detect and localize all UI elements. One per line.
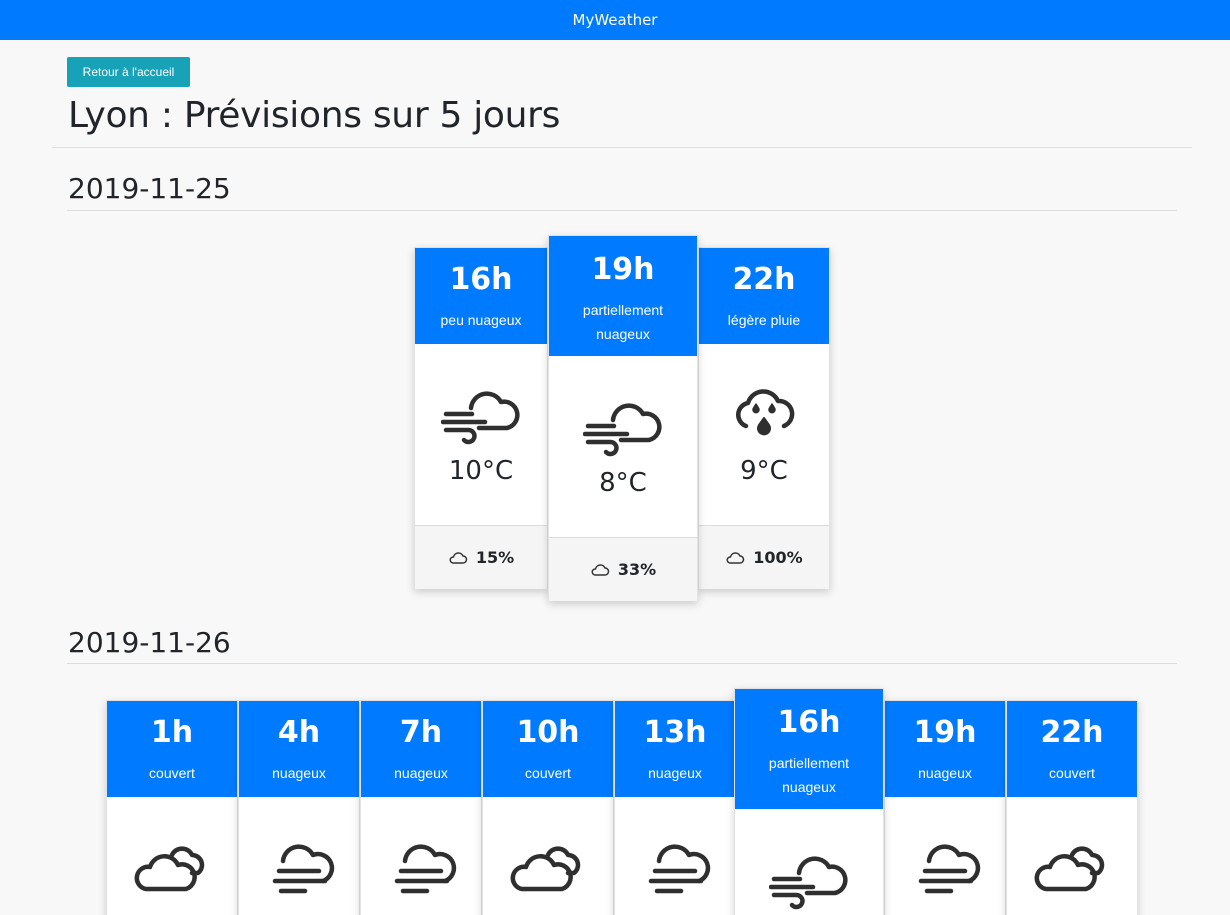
forecast-card-header: 22h couvert — [1007, 701, 1137, 797]
cloud-coverage: 33% — [617, 560, 657, 579]
forecast-card-header: 22h légère pluie — [699, 248, 829, 344]
cloud-icon — [449, 551, 468, 564]
forecast-card-header: 16h partiellement nuageux — [735, 689, 883, 809]
forecast-hour: 4h — [277, 715, 321, 750]
forecast-card[interactable]: 1h couvert — [106, 700, 238, 915]
forecast-card[interactable]: 22h légère pluie 9°C 100% — [698, 247, 830, 589]
forecast-card-body — [615, 797, 735, 897]
forecast-description: nuageux — [648, 765, 702, 781]
fog-cloud-icon — [918, 844, 981, 894]
back-home-button[interactable]: Retour à l'accueil — [67, 57, 190, 87]
day-heading: 2019-11-25 — [68, 172, 231, 205]
clouds-icon — [1034, 846, 1105, 892]
forecast-card[interactable]: 4h nuageux — [238, 700, 360, 915]
wind-cloud-icon — [583, 403, 662, 457]
forecast-hour: 1h — [150, 715, 194, 750]
forecast-description: partiellement nuageux — [582, 302, 664, 342]
forecast-card[interactable]: 22h couvert — [1006, 700, 1138, 915]
forecast-card-header: 13h nuageux — [615, 701, 735, 797]
wind-cloud-icon — [769, 856, 848, 910]
forecast-card-body — [483, 797, 613, 897]
cloud-icon — [726, 551, 745, 564]
forecast-description: nuageux — [272, 765, 326, 781]
forecast-hour: 7h — [399, 715, 443, 750]
page-title: Lyon : Prévisions sur 5 jours — [68, 95, 561, 136]
forecast-hour: 13h — [643, 715, 707, 750]
navbar: MyWeather — [0, 0, 1230, 40]
clouds-icon — [134, 846, 205, 892]
fog-cloud-icon — [272, 844, 335, 894]
app-title: MyWeather — [572, 11, 658, 29]
forecast-hour: 22h — [1040, 715, 1104, 750]
forecast-card-body — [239, 797, 359, 897]
day-divider — [67, 663, 1177, 664]
forecast-description: peu nuageux — [440, 312, 522, 328]
forecast-card-header: 7h nuageux — [361, 701, 481, 797]
forecast-card-header: 16h peu nuageux — [415, 248, 547, 344]
forecast-temperature: 8°C — [599, 468, 647, 498]
day-divider — [67, 210, 1177, 211]
forecast-hour: 16h — [777, 705, 841, 740]
forecast-card-body — [885, 797, 1005, 897]
forecast-temperature: 10°C — [448, 456, 514, 486]
forecast-card-body — [735, 809, 883, 911]
forecast-description: couvert — [149, 765, 195, 781]
forecast-card-body — [107, 797, 237, 897]
cloud-icon — [591, 563, 610, 576]
forecast-description: nuageux — [394, 765, 448, 781]
forecast-description: légère pluie — [727, 312, 801, 328]
fog-cloud-icon — [394, 844, 457, 894]
forecast-card[interactable]: 7h nuageux — [360, 700, 482, 915]
title-divider — [52, 147, 1192, 148]
forecast-description: couvert — [1049, 765, 1095, 781]
forecast-card-header: 4h nuageux — [239, 701, 359, 797]
forecast-card-header: 10h couvert — [483, 701, 613, 797]
forecast-card[interactable]: 13h nuageux — [614, 700, 736, 915]
forecast-hour: 19h — [591, 252, 655, 287]
forecast-hour: 19h — [913, 715, 977, 750]
forecast-card[interactable]: 16h partiellement nuageux — [734, 688, 884, 915]
forecast-card-body — [1007, 797, 1137, 897]
day-heading: 2019-11-26 — [68, 626, 231, 659]
forecast-card-body — [361, 797, 481, 897]
forecast-card[interactable]: 19h nuageux — [884, 700, 1006, 915]
forecast-card-header: 19h nuageux — [885, 701, 1005, 797]
clouds-icon — [510, 846, 581, 892]
forecast-hour: 16h — [449, 262, 513, 297]
forecast-description: nuageux — [918, 765, 972, 781]
forecast-card-header: 1h couvert — [107, 701, 237, 797]
forecast-card-footer: 100% — [699, 525, 829, 589]
rain-cloud-icon — [736, 389, 795, 436]
forecast-card[interactable]: 19h partiellement nuageux 8°C 33% — [548, 235, 698, 601]
forecast-card-body: 10°C — [415, 344, 547, 525]
forecast-description: couvert — [525, 765, 571, 781]
forecast-hour: 10h — [516, 715, 580, 750]
forecast-hour: 22h — [732, 262, 796, 297]
forecast-card-header: 19h partiellement nuageux — [549, 236, 697, 356]
wind-cloud-icon — [441, 391, 520, 445]
cloud-coverage: 100% — [753, 548, 803, 567]
forecast-description: partiellement nuageux — [768, 755, 850, 795]
forecast-card-footer: 33% — [549, 537, 697, 601]
forecast-card[interactable]: 10h couvert — [482, 700, 614, 915]
forecast-card[interactable]: 16h peu nuageux 10°C 15% — [414, 247, 548, 589]
forecast-card-footer: 15% — [415, 525, 547, 589]
forecast-card-body: 9°C — [699, 344, 829, 525]
cloud-coverage: 15% — [475, 548, 515, 567]
forecast-card-body: 8°C — [549, 356, 697, 537]
fog-cloud-icon — [648, 844, 711, 894]
forecast-temperature: 9°C — [740, 456, 788, 486]
